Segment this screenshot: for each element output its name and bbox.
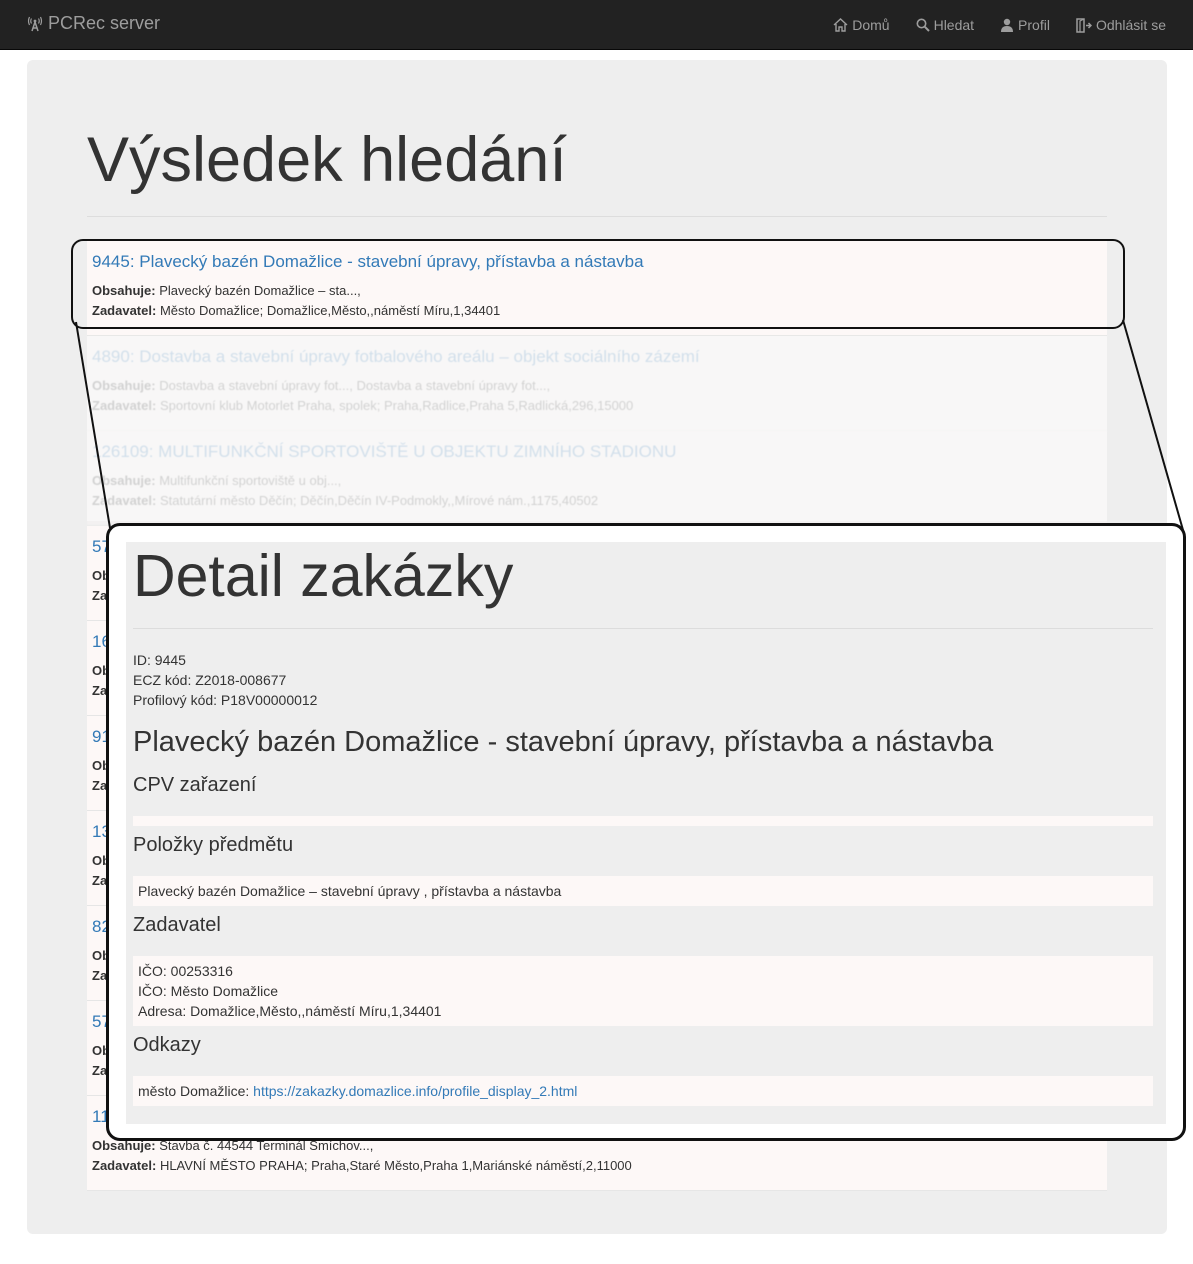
links-list: město Domažlice: https://zakazky.domazli… [133,1076,1153,1106]
cpv-list [133,816,1153,826]
contains-value: Plavecký bazén Domažlice – sta..., [159,283,361,298]
submitter-value: HLAVNÍ MĚSTO PRAHA; Praha,Staré Město,Pr… [159,1158,632,1173]
brand-label: PCRec server [48,13,161,33]
submitter-value: Město Domažlice; Domažlice,Město,,náměst… [159,303,501,318]
items-heading: Položky předmětu [133,834,294,856]
nav-home-label: Domů [852,17,890,33]
result-title-link[interactable]: 9445: Plavecký bazén Domažlice - stavebn… [92,251,1102,273]
items-list: Plavecký bazén Domažlice – stavební úpra… [133,876,1153,906]
contains-label: Obsahuje: [92,283,156,298]
result-submitter: Zadavatel: HLAVNÍ MĚSTO PRAHA; Praha,Sta… [92,1156,1102,1176]
navbar: PCRec server Domů Hledat Profil Odhlásit… [0,0,1193,50]
link-prefix: město Domažlice: [138,1083,254,1099]
result-item: 9445: Plavecký bazén Domažlice - stavebn… [87,241,1107,336]
home-icon [833,18,848,32]
submitter-label: Za [92,683,108,698]
result-submitter: Zadavatel: Město Domažlice; Domažlice,Mě… [92,301,1102,321]
signal-tower-icon [27,16,43,31]
detail-meta: ID: 9445 ECZ kód: Z2018-008677 Profilový… [133,650,317,710]
detail-contract-name: Plavecký bazén Domažlice - stavební úpra… [133,726,994,758]
detail-panel: Detail zakázky ID: 9445 ECZ kód: Z2018-0… [126,542,1166,1124]
nav-profile[interactable]: Profil [987,0,1063,50]
detail-id: ID: 9445 [133,652,186,668]
result-contains: Obsahuje: Plavecký bazén Domažlice – sta… [92,281,1102,301]
submitter-label: Za [92,968,108,983]
submitter-label: Za [92,1063,108,1078]
submitter-label: Za [92,588,108,603]
detail-divider [133,628,1153,629]
submitter-name: IČO: Město Domažlice [138,983,279,999]
submitter-label: Zadavatel: [92,1158,157,1173]
search-icon [916,18,930,32]
profile-link[interactable]: https://zakazky.domazlice.info/profile_d… [253,1083,577,1099]
submitter-label: Za [92,873,108,888]
submitter-label: Za [92,778,108,793]
links-heading: Odkazy [133,1034,201,1056]
cpv-heading: CPV zařazení [133,774,257,796]
nav-home[interactable]: Domů [820,0,902,50]
nav-profile-label: Profil [1018,17,1050,33]
logout-icon [1076,17,1092,33]
submitter-label: Zadavatel: [92,303,157,318]
fade-overlay [87,336,1107,521]
nav-logout[interactable]: Odhlásit se [1063,0,1193,50]
submitter-details: IČO: 00253316 IČO: Město Domažlice Adres… [133,956,1153,1026]
item-text: Plavecký bazén Domažlice – stavební úpra… [138,883,562,899]
nav-search-label: Hledat [933,17,975,33]
detail-callout: Detail zakázky ID: 9445 ECZ kód: Z2018-0… [106,523,1186,1141]
nav-search[interactable]: Hledat [903,0,987,50]
detail-profile-code: Profilový kód: P18V00000012 [133,692,318,708]
submitter-address: Adresa: Domažlice,Město,,náměstí Míru,1,… [138,1003,442,1019]
page-title: Výsledek hledání [87,125,567,195]
title-divider [87,216,1107,217]
detail-ecz-code: ECZ kód: Z2018-008677 [133,672,287,688]
submitter-ico: IČO: 00253316 [138,963,233,979]
nav-logout-label: Odhlásit se [1095,17,1166,33]
submitter-heading: Zadavatel [133,914,221,936]
brand-link[interactable]: PCRec server [26,13,160,34]
user-icon [1001,18,1014,32]
detail-title: Detail zakázky [133,543,514,609]
